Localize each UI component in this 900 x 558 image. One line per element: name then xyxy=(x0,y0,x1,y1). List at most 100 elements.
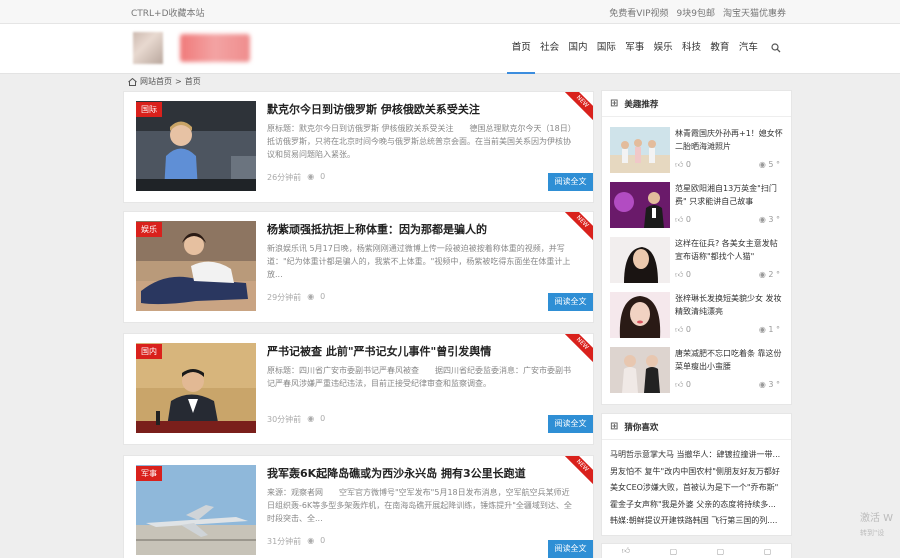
category-tag[interactable]: 军事 xyxy=(136,466,162,481)
featured-item[interactable]: 范星欧阳湘自13万英金"扫门费" 只求能讲自己故事 👍︎ 0 ◉ 3 ° xyxy=(610,182,784,232)
read-more-button[interactable]: 阅读全文 xyxy=(548,540,593,558)
nav-item-education[interactable]: 教育 xyxy=(706,24,734,74)
nav-item-international[interactable]: 国际 xyxy=(592,24,620,74)
bookmark-hint: CTRL+D收藏本站 xyxy=(131,9,205,19)
home-icon xyxy=(128,77,137,86)
site-logo-text[interactable] xyxy=(180,34,250,62)
site-header: 首页 社会 国内 国际 军事 娱乐 科技 教育 汽车 xyxy=(0,24,900,74)
article-excerpt: 原标题：四川省广安市委副书记严春风被查 据四川省纪委监委消息：广安市委副书记严春… xyxy=(267,366,571,388)
article-meta: 26分钟前 ◉ 0 xyxy=(267,172,325,183)
featured-item[interactable]: 唐荣减肥不忘口吃着条 靠这份菜单瘦出小蛮腰 👍︎ 0 ◉ 3 ° xyxy=(610,347,784,397)
read-more-button[interactable]: 阅读全文 xyxy=(548,293,593,311)
featured-thumbnail[interactable] xyxy=(610,182,670,228)
guess-list: 马明哲示意掌大马 当撤华人：肆镀拉撞讲一带... 男友怕不 复牛"改内中国农村"… xyxy=(602,440,791,530)
guess-item[interactable]: 马明哲示意掌大马 当撤华人：肆镀拉撞讲一带... xyxy=(610,447,783,464)
nav-item-military[interactable]: 军事 xyxy=(621,24,649,74)
featured-thumbnail[interactable] xyxy=(610,347,670,393)
article-meta: 31分钟前 ◉ 0 xyxy=(267,536,325,547)
view-count: ◉ 1 ° xyxy=(758,325,780,334)
search-button[interactable] xyxy=(767,24,787,74)
like-count[interactable]: 👍︎ 0 xyxy=(675,215,691,225)
guess-header: ⊞ 猜你喜欢 xyxy=(602,414,791,440)
view-count: ◉ 5 ° xyxy=(758,160,780,169)
guess-item[interactable]: 美女CEO涉嫌大败，首被认为是下一个"乔布斯" xyxy=(610,480,783,497)
featured-item-title[interactable]: 唐荣减肥不忘口吃着条 靠这份菜单瘦出小蛮腰 xyxy=(675,347,785,373)
featured-thumbnail[interactable] xyxy=(610,292,670,338)
featured-item[interactable]: 林青霞国庆外孙再+1！媳女怀二胎晒海滩照片 👍︎ 0 ◉ 5 ° xyxy=(610,127,784,177)
guess-box: ⊞ 猜你喜欢 马明哲示意掌大马 当撤华人：肆镀拉撞讲一带... 男友怕不 复牛"… xyxy=(601,413,792,536)
nav-item-domestic[interactable]: 国内 xyxy=(564,24,592,74)
featured-header: ⊞ 美趣推荐 xyxy=(602,91,791,117)
top-link-9-9[interactable]: 9块9包邮 xyxy=(677,6,715,19)
article-excerpt: 新浪娱乐讯 5月17日晚，杨紫刚刚通过微博上传一段被迫被按着称体重的视频，并写道… xyxy=(267,244,571,279)
read-more-button[interactable]: 阅读全文 xyxy=(548,173,593,191)
featured-item[interactable]: 张梓琳长发换短美貌少女 发妆精致清纯漂亮 👍︎ 0 ◉ 1 ° xyxy=(610,292,784,342)
featured-thumbnail[interactable] xyxy=(610,237,670,283)
square-icon[interactable]: ▢ xyxy=(764,547,772,556)
nav-item-auto[interactable]: 汽车 xyxy=(734,24,762,74)
featured-box: ⊞ 美趣推荐 林青霞国庆外孙再+1！媳女怀二胎晒海滩照片 👍︎ 0 ◉ 5 ° … xyxy=(601,90,792,405)
view-icon: ◉ xyxy=(758,270,766,279)
article-card: 国际 NEW 默克尔今日到访俄罗斯 伊核俄欧关系受关注 原标题：默克尔今日到访俄… xyxy=(123,91,594,203)
featured-title: 美趣推荐 xyxy=(624,99,659,110)
nav-item-tech[interactable]: 科技 xyxy=(677,24,705,74)
square-icon[interactable]: ▢ xyxy=(717,547,725,556)
top-bar: CTRL+D收藏本站 免费看VIP视频 9块9包邮 淘宝天猫优惠券 xyxy=(0,0,900,24)
search-icon xyxy=(770,43,780,53)
featured-item-title[interactable]: 张梓琳长发换短美貌少女 发妆精致清纯漂亮 xyxy=(675,292,785,318)
like-count[interactable]: 👍︎ 0 xyxy=(675,270,691,280)
article-excerpt: 来源：观察者网 空军官方微博号"空军发布"5月18日发布消息，空军航空兵某师近日… xyxy=(267,488,572,523)
article-title[interactable]: 我军轰6K起降岛礁或为西沙永兴岛 拥有3公里长跑道 xyxy=(267,465,526,481)
article-title[interactable]: 默克尔今日到访俄罗斯 伊核俄欧关系受关注 xyxy=(267,101,480,117)
view-icon: ◉ xyxy=(307,536,315,545)
featured-item-title[interactable]: 这样在征兵? 各美女主意发帖宣布语称"都找个人猫" xyxy=(675,237,785,263)
nav-item-society[interactable]: 社会 xyxy=(535,24,563,74)
site-logo-icon[interactable] xyxy=(133,32,163,64)
article-time: 31分钟前 xyxy=(267,537,302,546)
guess-title: 猜你喜欢 xyxy=(624,422,659,433)
view-icon: ◉ xyxy=(307,172,315,181)
guess-item[interactable]: 韩媒:朝鲜提议开建铁路韩国 飞行第三国的列.... xyxy=(610,513,783,530)
article-views: 0 xyxy=(320,414,326,423)
featured-item[interactable]: 这样在征兵? 各美女主意发帖宣布语称"都找个人猫" 👍︎ 0 ◉ 2 ° xyxy=(610,237,784,287)
article-views: 0 xyxy=(320,536,326,545)
thumbs-up-icon: 👍︎ xyxy=(675,270,684,279)
category-tag[interactable]: 娱乐 xyxy=(136,222,162,237)
article-card: 国内 NEW 严书记被查 此前"严书记女儿事件"曾引发舆情 原标题：四川省广安市… xyxy=(123,333,594,445)
view-icon: ◉ xyxy=(307,414,315,423)
sidebar-tab-strip: 👍︎ ▢ ▢ ▢ xyxy=(601,543,792,558)
like-count[interactable]: 👍︎ 0 xyxy=(675,160,691,170)
like-count[interactable]: 👍︎ 0 xyxy=(675,380,691,390)
category-tag[interactable]: 国际 xyxy=(136,102,162,117)
top-links: 免费看VIP视频 9块9包邮 淘宝天猫优惠券 xyxy=(609,6,786,19)
nav-item-entertainment[interactable]: 娱乐 xyxy=(649,24,677,74)
like-count[interactable]: 👍︎ 0 xyxy=(675,325,691,335)
read-more-button[interactable]: 阅读全文 xyxy=(548,415,593,433)
nav-item-home[interactable]: 首页 xyxy=(507,24,536,74)
article-time: 26分钟前 xyxy=(267,173,302,182)
featured-item-title[interactable]: 林青霞国庆外孙再+1！媳女怀二胎晒海滩照片 xyxy=(675,127,785,153)
main-nav: 首页 社会 国内 国际 军事 娱乐 科技 教育 汽车 xyxy=(507,24,787,74)
grid-icon: ⊞ xyxy=(610,98,619,109)
view-count: ◉ 2 ° xyxy=(758,270,780,279)
top-link-coupons[interactable]: 淘宝天猫优惠券 xyxy=(723,6,786,19)
square-icon[interactable]: ▢ xyxy=(670,547,678,556)
article-title[interactable]: 杨紫顽强抵抗拒上称体重：因为那都是骗人的 xyxy=(267,221,487,237)
grid-icon: ⊞ xyxy=(610,421,619,432)
breadcrumb-current: 首页 xyxy=(184,77,201,86)
article-meta: 30分钟前 ◉ 0 xyxy=(267,414,325,425)
featured-item-title[interactable]: 范星欧阳湘自13万英金"扫门费" 只求能讲自己故事 xyxy=(675,182,785,208)
view-icon: ◉ xyxy=(758,160,766,169)
breadcrumb-home[interactable]: 网站首页 xyxy=(140,76,172,87)
thumbs-up-icon[interactable]: 👍︎ xyxy=(622,546,630,556)
view-icon: ◉ xyxy=(758,325,766,334)
top-link-vip-video[interactable]: 免费看VIP视频 xyxy=(609,6,668,19)
view-icon: ◉ xyxy=(758,215,766,224)
view-icon: ◉ xyxy=(307,292,315,301)
article-title[interactable]: 严书记被查 此前"严书记女儿事件"曾引发舆情 xyxy=(267,343,491,359)
category-tag[interactable]: 国内 xyxy=(136,344,162,359)
article-views: 0 xyxy=(320,172,326,181)
guess-item[interactable]: 霍金子女声称"我是外婆 父亲的态度将持续多... xyxy=(610,497,783,514)
featured-thumbnail[interactable] xyxy=(610,127,670,173)
guess-item[interactable]: 男友怕不 复牛"改内中国农村"侧朋友好友万都好 xyxy=(610,464,783,481)
